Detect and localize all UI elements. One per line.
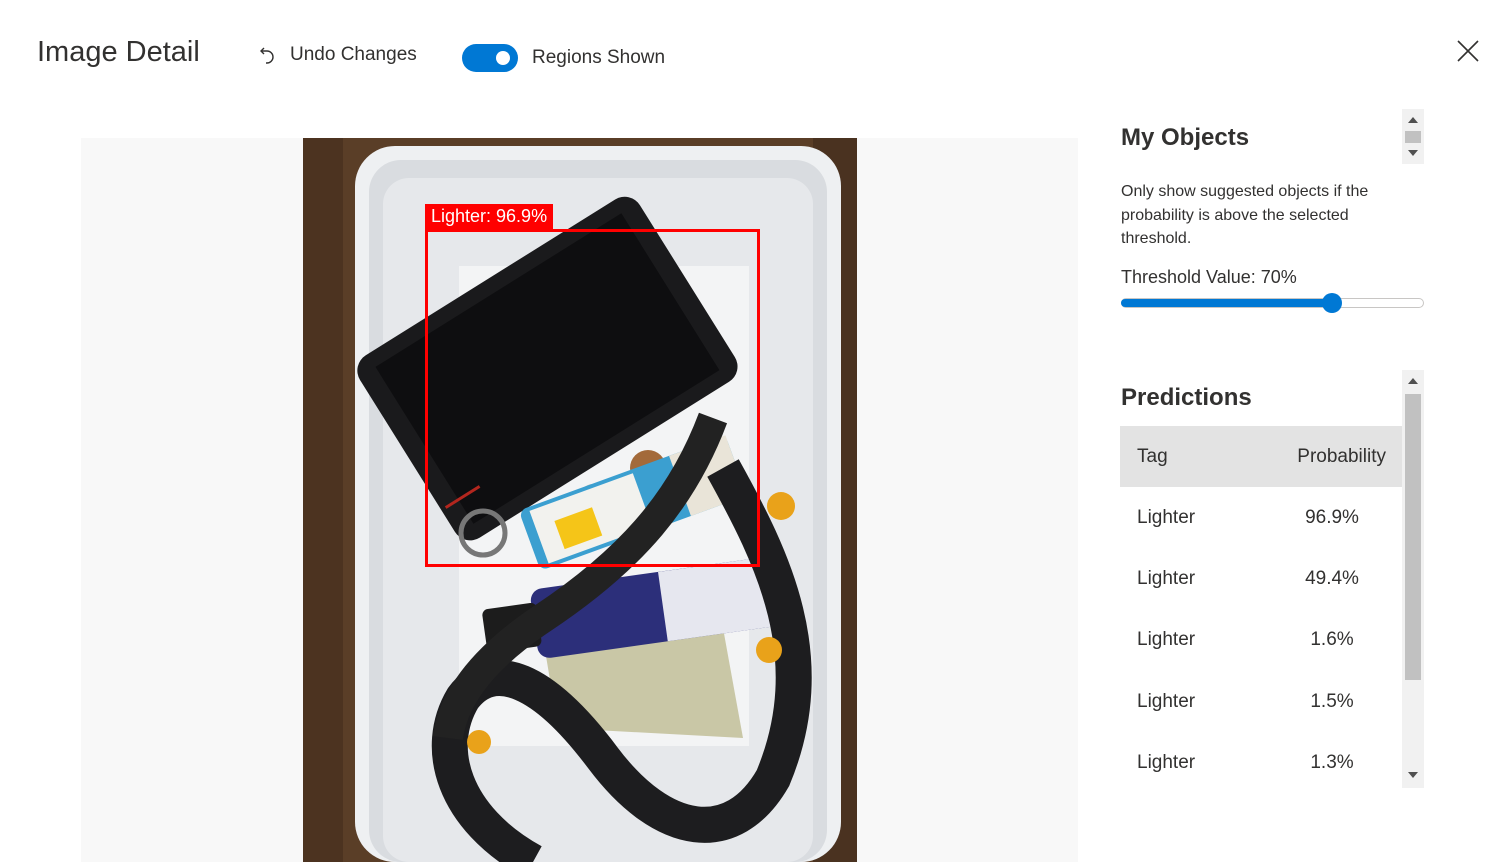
my-objects-title: My Objects (1121, 124, 1250, 151)
page-title: Image Detail (37, 36, 200, 68)
regions-shown-toggle[interactable] (462, 44, 518, 72)
tag-cell: Lighter (1137, 506, 1196, 528)
predictions-scrollbar[interactable] (1402, 370, 1424, 788)
slider-fill (1121, 299, 1332, 307)
undo-changes-label: Undo Changes (290, 44, 417, 65)
tag-cell: Lighter (1137, 567, 1196, 589)
probability-cell: 1.5% (1310, 690, 1354, 712)
table-row[interactable]: Lighter 1.3% (1120, 732, 1402, 793)
column-header-tag[interactable]: Tag (1120, 446, 1287, 468)
scroll-up-icon[interactable] (1408, 117, 1418, 123)
tag-cell: Lighter (1137, 751, 1196, 773)
objects-scrollbar[interactable] (1402, 109, 1424, 164)
close-icon (1457, 40, 1479, 62)
undo-icon (258, 44, 278, 66)
toggle-knob (496, 51, 510, 65)
probability-cell: 49.4% (1305, 567, 1359, 589)
scroll-up-icon[interactable] (1408, 378, 1418, 384)
tag-cell: Lighter (1137, 690, 1196, 712)
table-row[interactable]: Lighter 1.6% (1120, 610, 1402, 671)
close-button[interactable] (1453, 36, 1483, 66)
probability-cell: 1.3% (1310, 751, 1354, 773)
tag-cell: Lighter (1137, 629, 1196, 651)
scrollbar-thumb[interactable] (1405, 394, 1421, 680)
regions-shown-label: Regions Shown (532, 47, 666, 68)
threshold-label: Threshold Value: 70% (1121, 267, 1297, 287)
probability-cell: 1.6% (1310, 629, 1354, 651)
slider-thumb[interactable] (1321, 293, 1342, 313)
table-row[interactable]: Lighter 49.4% (1120, 548, 1402, 609)
column-header-probability[interactable]: Probability (1287, 446, 1402, 468)
predictions-title: Predictions (1121, 384, 1252, 411)
table-row[interactable]: Lighter 1.5% (1120, 671, 1402, 732)
scrollbar-thumb[interactable] (1405, 131, 1421, 143)
threshold-help-text: Only show suggested objects if the proba… (1121, 183, 1369, 247)
threshold-slider[interactable] (1121, 293, 1424, 313)
undo-changes-button[interactable]: Undo Changes (258, 44, 417, 66)
predictions-table: Tag Probability Lighter 96.9% Lighter 49… (1120, 426, 1402, 793)
region-box[interactable] (425, 229, 760, 567)
table-row[interactable]: Lighter 96.9% (1120, 487, 1402, 548)
regions-toggle-group: Regions Shown (462, 44, 665, 72)
region-label: Lighter: 96.9% (425, 204, 554, 229)
scroll-down-icon[interactable] (1408, 150, 1418, 156)
probability-cell: 96.9% (1305, 506, 1359, 528)
scroll-down-icon[interactable] (1408, 772, 1418, 778)
table-header: Tag Probability (1120, 426, 1402, 487)
